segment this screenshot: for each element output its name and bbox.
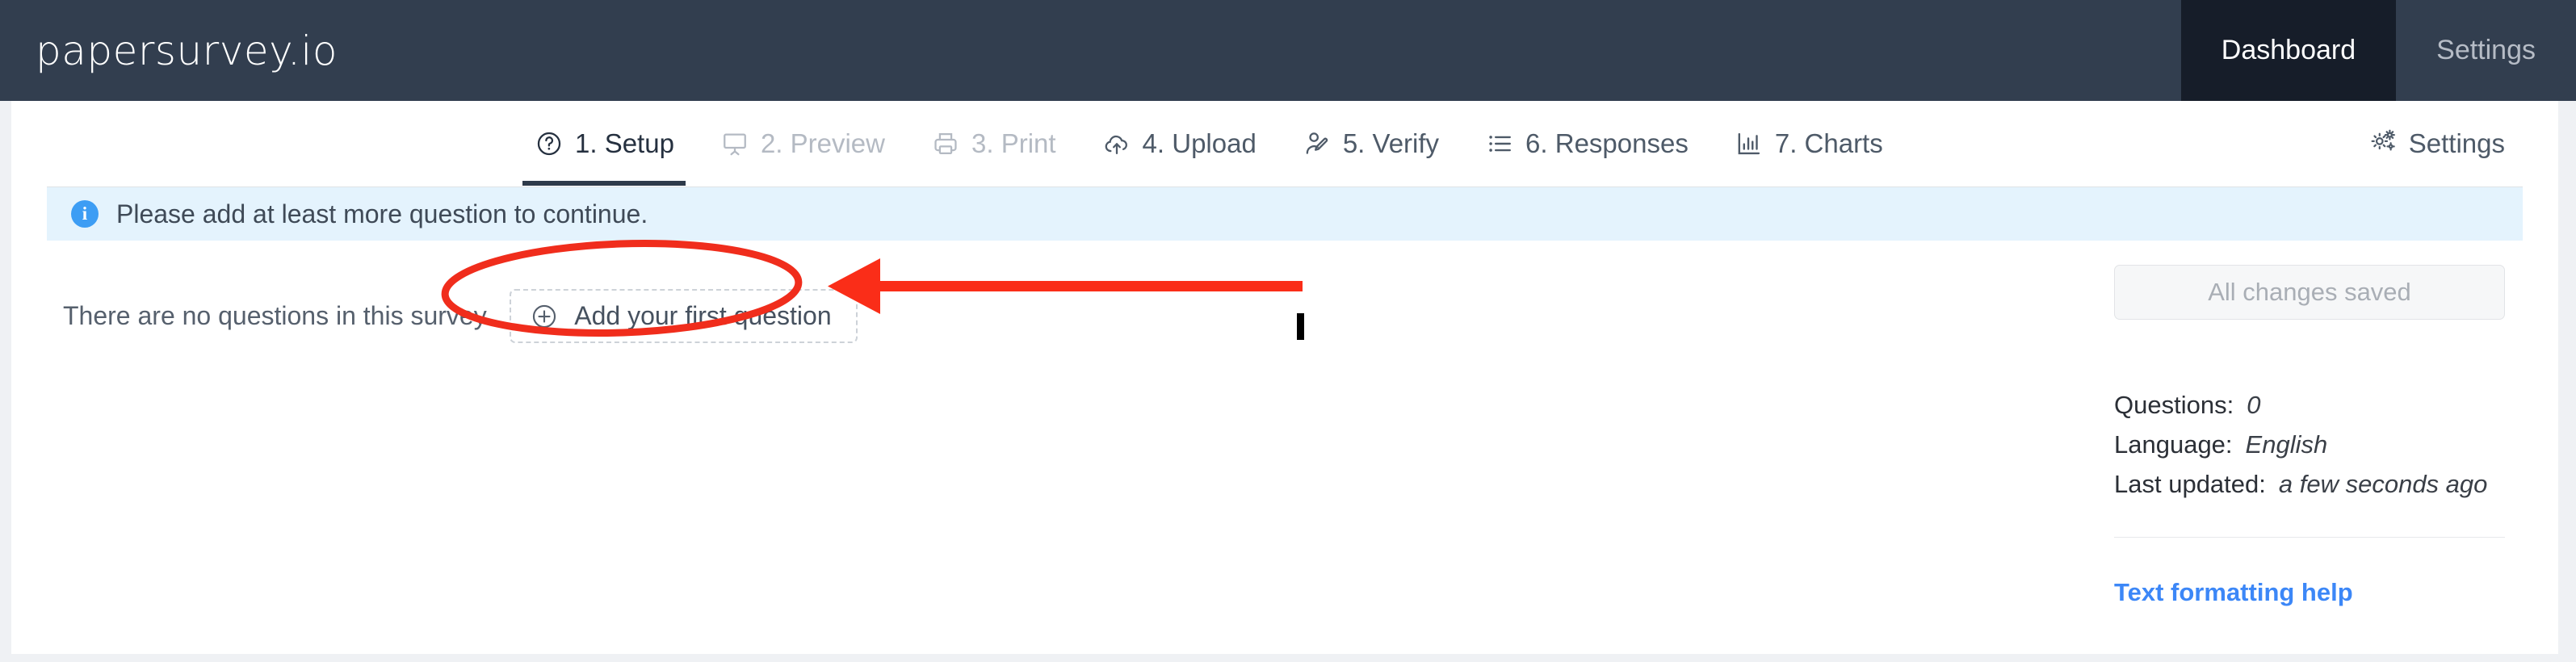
main-content: There are no questions in this survey. A… [11, 241, 2558, 655]
tab-charts[interactable]: 7. Charts [1711, 101, 1906, 186]
tab-print[interactable]: 3. Print [908, 101, 1079, 186]
info-alert: i Please add at least more question to c… [47, 186, 2523, 241]
meta-row-questions: Questions: 0 [2114, 388, 2505, 421]
meta-value-last-updated: a few seconds ago [2278, 470, 2488, 499]
text-formatting-help-link[interactable]: Text formatting help [2114, 578, 2353, 607]
add-your-first-question-label: Add your first question [574, 301, 832, 330]
meta-label-language: Language: [2114, 430, 2233, 459]
meta-row-language: Language: English [2114, 428, 2505, 461]
tab-responses-label: 6. Responses [1525, 128, 1689, 158]
meta-label-questions: Questions: [2114, 391, 2234, 419]
sidebar-divider [2114, 536, 2505, 538]
info-alert-message: Please add at least more question to con… [116, 199, 648, 228]
meta-row-last-updated: Last updated: a few seconds ago [2114, 467, 2505, 501]
tab-verify-label: 5. Verify [1342, 128, 1440, 158]
tab-preview[interactable]: 2. Preview [697, 101, 908, 186]
tab-upload[interactable]: 4. Upload [1079, 101, 1279, 186]
tab-upload-label: 4. Upload [1142, 128, 1257, 158]
wizard-tabbar: 1. Setup 2. Preview 3. Print 4. Upload 5… [11, 101, 2558, 186]
text-cursor-caret [1297, 313, 1304, 340]
wizard-tabs: 1. Setup 2. Preview 3. Print 4. Upload 5… [511, 101, 1906, 186]
app-header: papersurvey.io Dashboard Settings [0, 0, 2576, 101]
meta-label-last-updated: Last updated: [2114, 470, 2266, 499]
tab-print-label: 3. Print [971, 128, 1056, 158]
brand-logo[interactable]: papersurvey.io [0, 0, 338, 101]
header-nav-item-settings[interactable]: Settings [2396, 0, 2576, 101]
header-spacer [338, 0, 2181, 101]
question-circle-icon [534, 128, 564, 159]
gears-icon [2368, 126, 2398, 161]
cloud-upload-icon [1101, 128, 1132, 159]
tab-settings-label: Settings [2408, 128, 2505, 158]
header-nav-item-dashboard[interactable]: Dashboard [2180, 0, 2397, 101]
page-container: 1. Setup 2. Preview 3. Print 4. Upload 5… [11, 101, 2558, 654]
empty-state: There are no questions in this survey. A… [63, 289, 858, 343]
plus-circle-icon [531, 303, 558, 330]
list-icon [1484, 128, 1515, 159]
bar-chart-icon [1734, 128, 1764, 159]
user-edit-icon [1302, 128, 1332, 159]
tab-responses[interactable]: 6. Responses [1462, 101, 1711, 186]
tab-verify[interactable]: 5. Verify [1279, 101, 1462, 186]
header-nav: Dashboard Settings [2180, 0, 2576, 101]
presentation-icon [720, 128, 750, 159]
printer-icon [930, 128, 961, 159]
tab-setup-label: 1. Setup [575, 128, 674, 158]
info-icon: i [71, 200, 99, 228]
survey-meta-list: Questions: 0 Language: English Last upda… [2114, 388, 2505, 501]
tab-setup[interactable]: 1. Setup [511, 101, 697, 186]
tab-preview-label: 2. Preview [760, 128, 885, 158]
tab-charts-label: 7. Charts [1774, 128, 1883, 158]
save-state-button[interactable]: All changes saved [2114, 265, 2505, 320]
empty-state-message: There are no questions in this survey. [63, 301, 493, 330]
meta-value-language: English [2245, 430, 2328, 459]
survey-sidebar: All changes saved Questions: 0 Language:… [2114, 265, 2505, 607]
add-your-first-question-button[interactable]: Add your first question [510, 289, 858, 343]
meta-value-questions: 0 [2247, 391, 2261, 419]
tab-settings[interactable]: Settings [2368, 101, 2505, 186]
